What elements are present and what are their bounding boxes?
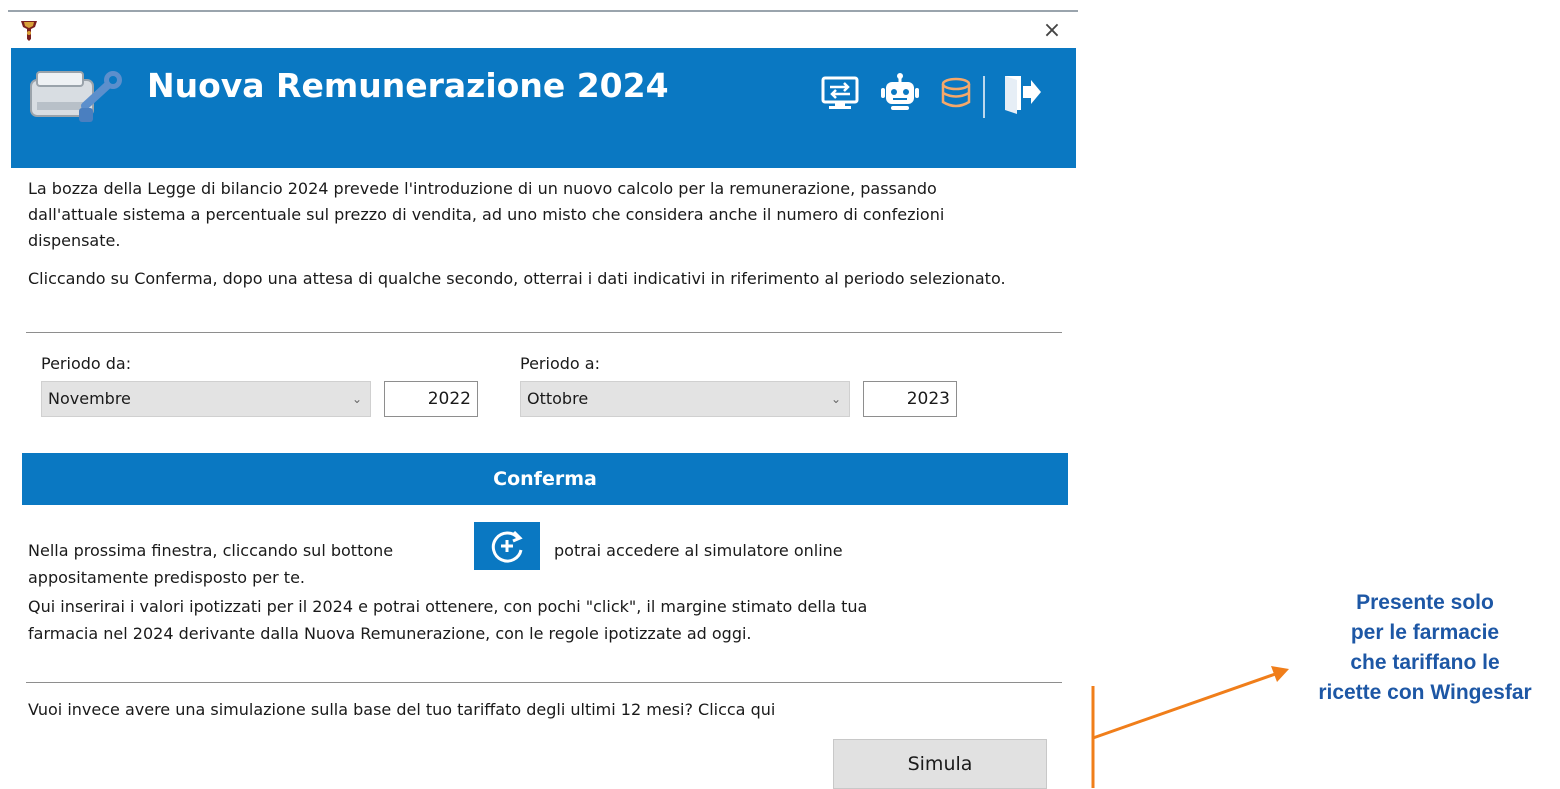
- header-separator: [983, 76, 985, 118]
- close-button[interactable]: ×: [1038, 18, 1066, 44]
- annotation-line: ricette con Wingesfar: [1318, 681, 1532, 704]
- simula-button[interactable]: Simula: [833, 739, 1047, 789]
- annotation-line: per le farmacie: [1350, 621, 1500, 644]
- period-to-label: Periodo a:: [520, 354, 600, 373]
- period-to-year-input[interactable]: 2023: [863, 381, 957, 417]
- period-from-month-select[interactable]: Novembre ⌄: [41, 381, 371, 417]
- remote-desktop-icon[interactable]: [817, 70, 863, 116]
- next-window-line-4: farmacia nel 2024 derivante dalla Nuova …: [28, 624, 752, 643]
- period-from-label: Periodo da:: [41, 354, 132, 373]
- period-to-month-value: Ottobre: [527, 389, 589, 408]
- chevron-down-icon: ⌄: [830, 392, 841, 406]
- printer-wrench-icon: [30, 71, 122, 122]
- dialog-window: × Nuova Remunerazione 2024 La bozza dell…: [8, 10, 1078, 789]
- intro-paragraph-1: La bozza della Legge di bilancio 2024 pr…: [28, 179, 945, 250]
- exit-door-icon[interactable]: [997, 70, 1043, 116]
- annotation-line: Presente solo: [1356, 591, 1494, 614]
- divider: [26, 332, 1062, 333]
- confirm-button[interactable]: Conferma: [22, 453, 1068, 505]
- title-bar: ×: [8, 12, 1078, 48]
- app-logo-icon: [21, 21, 37, 41]
- chevron-down-icon: ⌄: [351, 392, 362, 406]
- simulator-button[interactable]: [474, 522, 540, 570]
- next-window-text-before: Nella prossima finestra, cliccando sul b…: [28, 541, 394, 560]
- period-from-month-value: Novembre: [48, 389, 131, 408]
- database-icon[interactable]: [933, 70, 979, 116]
- next-window-line-2: appositamente predisposto per te.: [28, 568, 305, 587]
- callout-arrow: [1091, 666, 1289, 788]
- divider: [26, 682, 1062, 683]
- period-from-year-input[interactable]: 2022: [384, 381, 478, 417]
- next-window-line-3: Qui inserirai i valori ipotizzati per il…: [28, 597, 868, 616]
- robot-icon[interactable]: [877, 70, 923, 116]
- refresh-plus-icon: [491, 530, 523, 563]
- next-window-text-after: potrai accedere al simulatore online: [554, 541, 843, 560]
- intro-paragraph-2: Cliccando su Conferma, dopo una attesa d…: [28, 269, 1006, 288]
- page-title: Nuova Remunerazione 2024: [147, 66, 669, 105]
- header-banner: Nuova Remunerazione 2024: [11, 48, 1076, 168]
- annotation-line: che tariffano le: [1350, 651, 1500, 674]
- annotation-note: Presente solo per le farmacie che tariff…: [1290, 588, 1560, 708]
- period-to-month-select[interactable]: Ottobre ⌄: [520, 381, 850, 417]
- simulation-question: Vuoi invece avere una simulazione sulla …: [28, 700, 776, 719]
